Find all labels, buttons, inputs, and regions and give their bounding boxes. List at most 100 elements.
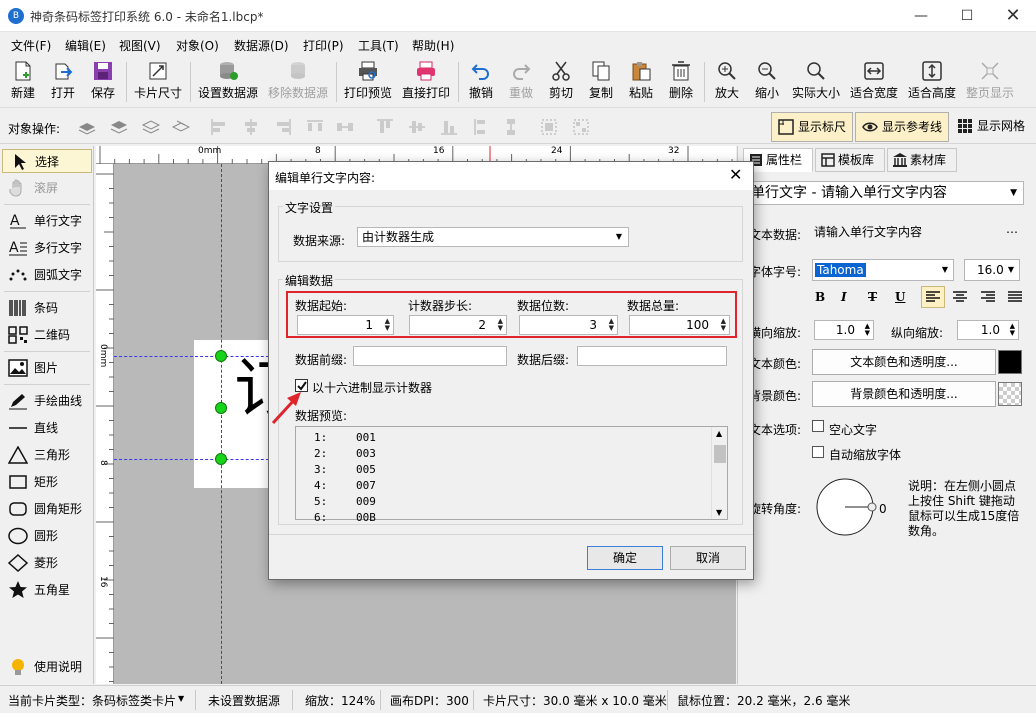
align-left-icon[interactable] xyxy=(210,118,228,136)
menu-object[interactable]: 对象(O) xyxy=(176,37,219,54)
source-select[interactable]: 由计数器生成 ▼ xyxy=(357,227,629,247)
tool-help[interactable]: 使用说明 xyxy=(2,655,92,679)
hollow-text-checkbox[interactable] xyxy=(812,420,824,432)
resize-handle[interactable] xyxy=(215,453,227,465)
redo-button[interactable]: 重做 xyxy=(504,60,538,106)
dialog-close-icon[interactable]: ✕ xyxy=(729,165,742,184)
object-selector[interactable]: 单行文字 - 请输入单行文字内容 ▼ xyxy=(746,181,1024,205)
tool-select[interactable]: 选择 xyxy=(2,149,92,173)
digits-spinner[interactable]: 3 ▲ ▼ xyxy=(519,315,618,335)
show-grid-toggle[interactable]: 显示网格 xyxy=(951,112,1025,142)
start-spinner[interactable]: 1 ▲ ▼ xyxy=(297,315,394,335)
open-button[interactable]: 打开 xyxy=(46,60,80,106)
chevron-down-icon[interactable]: ▼ xyxy=(716,508,722,517)
tab-assets[interactable]: 素材库 xyxy=(887,148,957,172)
set-datasource-button[interactable]: 设置数据源 xyxy=(196,60,260,106)
bg-color-swatch[interactable] xyxy=(998,382,1022,406)
actual-size-button[interactable]: 实际大小 xyxy=(790,60,842,106)
tool-diamond[interactable]: 菱形 xyxy=(2,551,92,575)
ok-button[interactable]: 确定 xyxy=(587,546,663,570)
zoom-out-button[interactable]: 缩小 xyxy=(750,60,784,106)
text-align-justify-icon[interactable] xyxy=(1007,290,1023,304)
group-icon[interactable] xyxy=(540,118,558,136)
bring-front-icon[interactable] xyxy=(78,118,96,136)
menu-view[interactable]: 视图(V) xyxy=(119,37,161,54)
text-align-center-icon[interactable] xyxy=(952,290,968,304)
tab-templates[interactable]: 模板库 xyxy=(815,148,885,172)
tool-triangle[interactable]: 三角形 xyxy=(2,443,92,467)
total-spinner[interactable]: 100 ▲ ▼ xyxy=(629,315,730,335)
delete-button[interactable]: 删除 xyxy=(664,60,698,106)
resize-handle[interactable] xyxy=(215,402,227,414)
resize-handle[interactable] xyxy=(215,350,227,362)
cancel-button[interactable]: 取消 xyxy=(670,546,746,570)
tool-single-line-text[interactable]: A 单行文字 xyxy=(2,209,92,233)
tool-pan[interactable]: 滚屏 xyxy=(2,176,92,200)
space-h-icon[interactable] xyxy=(336,118,354,136)
show-ruler-toggle[interactable]: 显示标尺 xyxy=(771,112,853,142)
paste-button[interactable]: 粘贴 xyxy=(624,60,658,106)
new-button[interactable]: 新建 xyxy=(6,60,40,106)
preview-scrollbar[interactable]: ▲ ▼ xyxy=(711,427,727,519)
fit-height-button[interactable]: 适合高度 xyxy=(906,60,958,106)
remove-datasource-button[interactable]: 移除数据源 xyxy=(266,60,330,106)
card-size-button[interactable]: 卡片尺寸 xyxy=(132,60,184,106)
vscale-spinner[interactable]: 1.0 ▲ ▼ xyxy=(957,320,1019,340)
scrollbar-thumb[interactable] xyxy=(714,445,726,463)
send-back-icon[interactable] xyxy=(172,118,190,136)
close-icon[interactable]: ✕ xyxy=(990,0,1036,32)
copy-button[interactable]: 复制 xyxy=(584,60,618,106)
bring-forward-icon[interactable] xyxy=(110,118,128,136)
tool-star[interactable]: 五角星 xyxy=(2,578,92,602)
tool-rectangle[interactable]: 矩形 xyxy=(2,470,92,494)
spin-arrows-icon[interactable]: ▲ ▼ xyxy=(498,318,503,332)
send-backward-icon[interactable] xyxy=(142,118,160,136)
bold-icon[interactable]: B xyxy=(815,290,825,304)
hscale-spinner[interactable]: 1.0 ▲ ▼ xyxy=(814,320,874,340)
zoom-in-button[interactable]: 放大 xyxy=(710,60,744,106)
distribute-v-icon[interactable] xyxy=(472,118,490,136)
rotation-handle[interactable] xyxy=(867,502,877,512)
menu-file[interactable]: 文件(F) xyxy=(11,37,51,54)
fit-width-button[interactable]: 适合宽度 xyxy=(848,60,900,106)
auto-shrink-checkbox[interactable] xyxy=(812,446,824,458)
tool-rounded-rect[interactable]: 圆角矩形 xyxy=(2,497,92,521)
spin-arrows-icon[interactable]: ▲ ▼ xyxy=(1010,323,1015,337)
tool-qrcode[interactable]: 二维码 xyxy=(2,323,92,347)
align-right-icon[interactable] xyxy=(274,118,292,136)
tool-barcode[interactable]: 条码 xyxy=(2,296,92,320)
prefix-input[interactable] xyxy=(353,346,507,366)
save-button[interactable]: 保存 xyxy=(86,60,120,106)
spin-arrows-icon[interactable]: ▲ ▼ xyxy=(385,318,390,332)
menu-datasource[interactable]: 数据源(D) xyxy=(234,37,289,54)
guide-line-vertical[interactable] xyxy=(221,164,222,684)
strikethrough-icon[interactable]: T xyxy=(868,290,877,304)
tool-line[interactable]: 直线 xyxy=(2,416,92,440)
guide-line-horizontal[interactable] xyxy=(114,459,274,460)
spin-arrows-icon[interactable]: ▲ ▼ xyxy=(609,318,614,332)
text-color-button[interactable]: 文本颜色和透明度... xyxy=(812,349,996,375)
fit-page-button[interactable]: 整页显示 xyxy=(964,60,1016,106)
spin-arrows-icon[interactable]: ▲ ▼ xyxy=(865,323,870,337)
align-center-icon[interactable] xyxy=(242,118,260,136)
tool-freehand[interactable]: 手绘曲线 xyxy=(2,389,92,413)
ungroup-icon[interactable] xyxy=(572,118,590,136)
preview-list[interactable]: 1: 001 2: 003 3: 005 4: 007 5: 009 6: 00B ▲ ▼ xyxy=(295,426,728,524)
chevron-down-icon[interactable]: ▼ xyxy=(178,694,184,703)
spin-arrows-icon[interactable]: ▲ ▼ xyxy=(721,318,726,332)
font-size-select[interactable]: 16.0 ▼ xyxy=(964,259,1020,281)
status-card-type[interactable]: 当前卡片类型：条码标签类卡片 xyxy=(8,692,176,709)
menu-print[interactable]: 打印(P) xyxy=(303,37,344,54)
text-align-right-icon[interactable] xyxy=(980,290,996,304)
tool-multi-line-text[interactable]: A 多行文字 xyxy=(2,236,92,260)
align-left-text-button[interactable] xyxy=(921,286,945,308)
step-spinner[interactable]: 2 ▲ ▼ xyxy=(409,315,507,335)
direct-print-button[interactable]: 直接打印 xyxy=(400,60,452,106)
tool-image[interactable]: 图片 xyxy=(2,356,92,380)
undo-button[interactable]: 撤销 xyxy=(464,60,498,106)
rotation-dial[interactable] xyxy=(815,476,877,538)
menu-edit[interactable]: 编辑(E) xyxy=(65,37,106,54)
text-color-swatch[interactable] xyxy=(998,350,1022,374)
menu-help[interactable]: 帮助(H) xyxy=(412,37,454,54)
tool-ellipse[interactable]: 圆形 xyxy=(2,524,92,548)
